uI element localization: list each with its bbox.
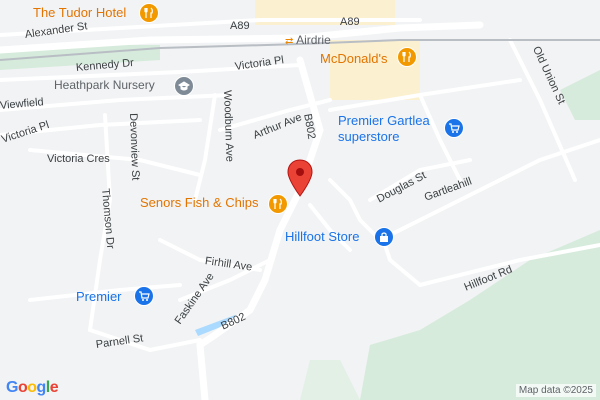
hillfoot-store-pin[interactable] (374, 227, 394, 247)
poi-label-premier-gartlea-line1: Premier Gartlea (338, 113, 430, 128)
poi-label-premier-gartlea-line2: superstore (338, 129, 400, 144)
shopping-cart-icon (449, 123, 460, 133)
senors-pin[interactable] (268, 194, 288, 214)
poi-label-heathpark[interactable]: Heathpark Nursery (54, 79, 155, 91)
tudor-hotel-pin[interactable] (139, 3, 159, 23)
mcdonalds-pin[interactable] (397, 47, 417, 67)
premier-gartlea-pin[interactable] (444, 118, 464, 138)
road-label-a89-left: A89 (230, 20, 250, 32)
station-name: Airdrie (296, 33, 331, 47)
poi-label-hillfoot-store[interactable]: Hillfoot Store (285, 230, 359, 243)
road-label-victoria-cres: Victoria Cres (47, 153, 110, 165)
road-label-devonview: Devonview St (127, 112, 142, 181)
shopping-bag-icon (380, 232, 388, 242)
shopping-cart-icon (139, 291, 150, 301)
road-label-woodburn: Woodburn Ave (221, 89, 236, 163)
poi-label-tudor-hotel[interactable]: The Tudor Hotel (33, 6, 126, 19)
train-icon: ⇄ (285, 36, 294, 47)
poi-label-premier-gartlea[interactable]: Premier Gartlea superstore (338, 114, 430, 143)
road-label-a89-right: A89 (340, 16, 360, 28)
map-pin-icon[interactable] (286, 158, 314, 198)
station-label[interactable]: ⇄ Airdrie (285, 34, 331, 47)
premier-pin[interactable] (134, 286, 154, 306)
poi-label-senors[interactable]: Senors Fish & Chips (140, 196, 259, 209)
heathpark-pin[interactable] (174, 76, 194, 96)
google-logo: Google (6, 379, 59, 396)
fork-knife-icon (402, 51, 411, 62)
fork-knife-icon (144, 7, 153, 18)
map-attribution[interactable]: Map data ©2025 (515, 384, 596, 397)
fork-knife-icon (273, 198, 282, 209)
poi-label-mcdonalds[interactable]: McDonald's (320, 52, 388, 65)
poi-label-premier[interactable]: Premier (76, 290, 122, 303)
school-icon (178, 81, 190, 91)
